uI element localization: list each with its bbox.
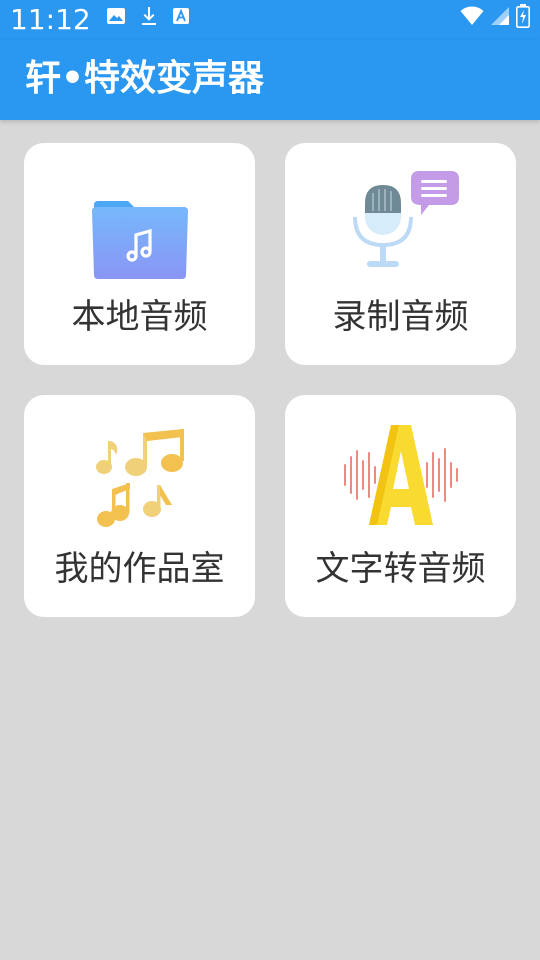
status-bar: 11:12 bbox=[0, 0, 540, 40]
my-works-label: 我的作品室 bbox=[54, 549, 225, 589]
status-icons-right bbox=[460, 4, 530, 32]
text-to-audio-label: 文字转音频 bbox=[315, 549, 486, 589]
status-icons-left bbox=[106, 6, 190, 30]
status-time: 11:12 bbox=[10, 3, 91, 36]
local-audio-card[interactable]: 本地音频 bbox=[24, 143, 255, 365]
folder-music-icon bbox=[80, 171, 200, 281]
app-title: 轩•特效变声器 bbox=[25, 58, 265, 99]
download-icon bbox=[140, 6, 158, 30]
music-notes-icon bbox=[80, 423, 200, 533]
image-icon bbox=[106, 6, 126, 30]
microphone-chat-icon bbox=[341, 171, 461, 281]
accessibility-icon bbox=[172, 7, 190, 29]
text-to-audio-card[interactable]: 文字转音频 bbox=[285, 395, 516, 617]
app-bar: 轩•特效变声器 bbox=[0, 40, 540, 120]
local-audio-label: 本地音频 bbox=[71, 297, 208, 337]
record-audio-label: 录制音频 bbox=[332, 297, 469, 337]
text-audio-icon bbox=[341, 423, 461, 533]
wifi-icon bbox=[460, 6, 484, 30]
signal-icon bbox=[490, 6, 510, 30]
my-works-card[interactable]: 我的作品室 bbox=[24, 395, 255, 617]
battery-icon bbox=[516, 4, 530, 32]
record-audio-card[interactable]: 录制音频 bbox=[285, 143, 516, 365]
